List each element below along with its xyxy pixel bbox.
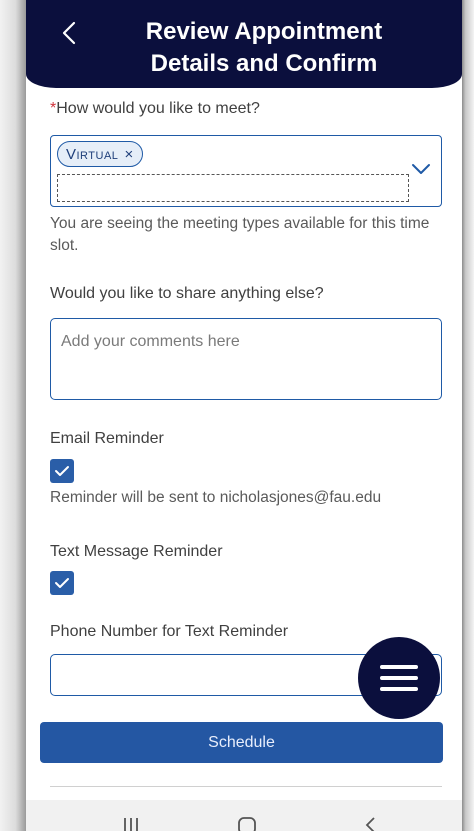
- app-screen: Review Appointment Details and Confirm *…: [0, 0, 474, 831]
- comments-label: Would you like to share anything else?: [50, 285, 324, 302]
- text-reminder-label: Text Message Reminder: [50, 543, 223, 560]
- home-icon: [238, 817, 256, 831]
- phone-number-label: Phone Number for Text Reminder: [50, 623, 289, 640]
- page-title-line1: Review Appointment: [145, 18, 383, 45]
- text-reminder-checkbox[interactable]: [50, 571, 74, 595]
- recent-apps-icon: [124, 818, 138, 831]
- menu-fab-button[interactable]: [358, 637, 440, 719]
- device-edge-right: [462, 0, 474, 831]
- meeting-type-label: *How would you like to meet?: [50, 100, 442, 118]
- chevron-left-icon: [62, 21, 76, 45]
- page-header: Review Appointment Details and Confirm: [26, 0, 462, 88]
- email-reminder-checkbox[interactable]: [50, 459, 74, 483]
- hamburger-icon-bar: [380, 676, 418, 680]
- back-button[interactable]: [58, 18, 82, 48]
- dropdown-toggle[interactable]: [411, 162, 431, 176]
- chevron-down-icon: [412, 164, 430, 174]
- checkmark-icon: [55, 578, 69, 588]
- hamburger-icon-bar: [380, 665, 418, 669]
- system-back-button[interactable]: [356, 814, 386, 831]
- email-reminder-note: Reminder will be sent to nicholasjones@f…: [50, 489, 382, 506]
- meeting-type-search-input[interactable]: [57, 174, 409, 202]
- chip-label: Virtual: [66, 145, 119, 163]
- chip-remove-icon[interactable]: ×: [124, 147, 133, 162]
- comments-textarea[interactable]: [50, 318, 442, 400]
- meeting-type-hint: You are seeing the meeting types availab…: [50, 215, 430, 254]
- home-button[interactable]: [232, 814, 262, 831]
- system-nav-bar: [26, 800, 462, 831]
- back-arrow-icon: [365, 817, 375, 831]
- device-edge-left: [0, 0, 26, 831]
- page-title-line2: Details and Confirm: [150, 50, 378, 77]
- email-reminder-label: Email Reminder: [50, 430, 164, 447]
- form-content: *How would you like to meet? Virtual × Y…: [50, 100, 442, 696]
- page-title: Review Appointment Details and Confirm: [96, 16, 432, 80]
- meeting-type-select[interactable]: Virtual ×: [50, 135, 442, 207]
- checkmark-icon: [55, 466, 69, 476]
- meeting-type-label-text: How would you like to meet?: [56, 100, 260, 117]
- hamburger-icon-bar: [380, 687, 418, 691]
- divider: [50, 786, 442, 787]
- recent-apps-button[interactable]: [116, 814, 146, 831]
- schedule-button[interactable]: Schedule: [40, 722, 443, 763]
- meeting-type-chip-virtual: Virtual ×: [57, 141, 143, 167]
